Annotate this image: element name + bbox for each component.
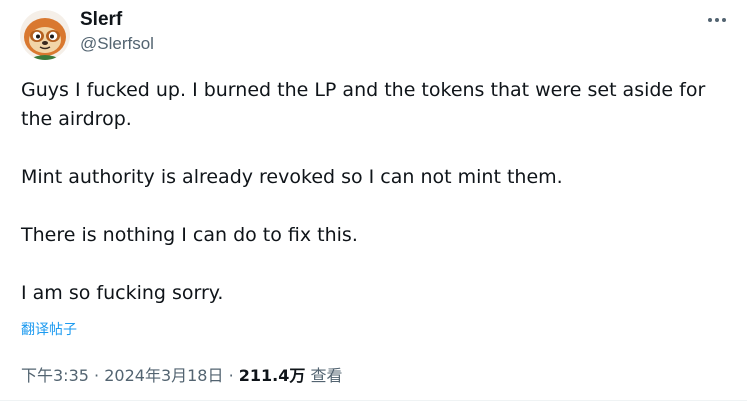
more-options-button[interactable] xyxy=(700,8,734,32)
post-body: Guys I fucked up. I burned the LP and th… xyxy=(21,76,736,308)
translate-post-link[interactable]: 翻译帖子 xyxy=(21,319,77,339)
post-paragraph: I am so fucking sorry. xyxy=(21,282,224,304)
display-name[interactable]: Slerf xyxy=(80,9,122,31)
meta-separator: · xyxy=(94,366,100,385)
post-paragraph: Guys I fucked up. I burned the LP and th… xyxy=(21,79,706,130)
post-paragraph: There is nothing I can do to fix this. xyxy=(21,224,358,246)
post-date[interactable]: 2024年3月18日 xyxy=(104,366,223,385)
post-paragraph: Mint authority is already revoked so I c… xyxy=(21,166,563,188)
tweet: Slerf @Slerfsol Guys I fucked up. I burn… xyxy=(0,0,747,404)
sloth-avatar-icon xyxy=(20,10,70,60)
post-time[interactable]: 下午3:35 xyxy=(21,366,89,385)
avatar[interactable] xyxy=(20,10,70,60)
divider xyxy=(0,400,747,401)
more-horizontal-icon xyxy=(707,18,728,22)
views-count[interactable]: 211.4万 xyxy=(239,366,306,385)
post-meta: 下午3:35 · 2024年3月18日 · 211.4万 查看 xyxy=(21,362,343,386)
meta-separator: · xyxy=(228,366,234,385)
handle[interactable]: @Slerfsol xyxy=(80,34,154,54)
views-label: 查看 xyxy=(310,366,343,385)
